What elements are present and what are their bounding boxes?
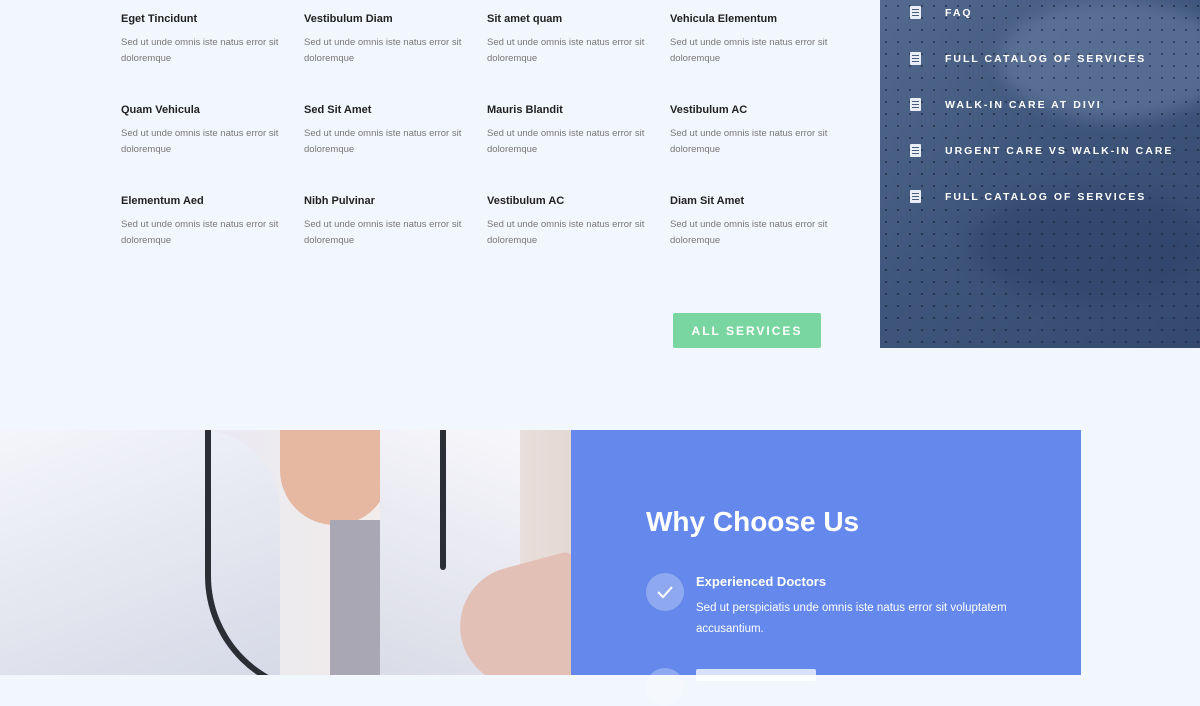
- service-desc: Sed ut unde omnis iste natus error sit d…: [670, 128, 828, 155]
- service-title: Sit amet quam: [487, 13, 563, 25]
- stethoscope-shape: [440, 430, 446, 570]
- service-title: Quam Vehicula: [121, 104, 200, 116]
- service-title: Vestibulum Diam: [304, 13, 393, 25]
- feature-title-cropped: [696, 669, 816, 681]
- service-item: Mauris Blandit Sed ut unde omnis iste na…: [487, 103, 657, 158]
- service-item: Vestibulum Diam Sed ut unde omnis iste n…: [304, 12, 474, 67]
- side-menu-label: FULL CATALOG OF SERVICES: [945, 190, 1147, 203]
- service-desc: Sed ut unde omnis iste natus error sit d…: [121, 37, 279, 64]
- service-desc: Sed ut unde omnis iste natus error sit d…: [304, 37, 462, 64]
- document-icon: [910, 6, 921, 19]
- check-icon-glyph: [657, 586, 673, 599]
- stethoscope-shape: [205, 430, 341, 675]
- side-menu-item-walk-in-care[interactable]: WALK-IN CARE AT DIVI: [910, 98, 1102, 111]
- service-desc: Sed ut unde omnis iste natus error sit d…: [487, 219, 645, 246]
- side-menu-label: WALK-IN CARE AT DIVI: [945, 98, 1102, 111]
- service-item: Nibh Pulvinar Sed ut unde omnis iste nat…: [304, 194, 474, 249]
- service-desc: Sed ut unde omnis iste natus error sit d…: [304, 128, 462, 155]
- service-title: Nibh Pulvinar: [304, 195, 375, 207]
- service-item: Eget Tincidunt Sed ut unde omnis iste na…: [121, 12, 291, 67]
- doctor-photo: [0, 430, 571, 675]
- service-desc: Sed ut unde omnis iste natus error sit d…: [304, 219, 462, 246]
- side-menu-label: URGENT CARE VS WALK-IN CARE: [945, 144, 1174, 157]
- service-title: Eget Tincidunt: [121, 13, 198, 25]
- service-title: Elementum Aed: [121, 195, 204, 207]
- feature-title: Experienced Doctors: [696, 574, 827, 589]
- document-icon: [910, 144, 921, 157]
- service-desc: Sed ut unde omnis iste natus error sit d…: [670, 219, 828, 246]
- side-menu-label: FULL CATALOG OF SERVICES: [945, 52, 1147, 65]
- service-title: Vestibulum AC: [670, 104, 748, 116]
- service-item: Quam Vehicula Sed ut unde omnis iste nat…: [121, 103, 291, 158]
- service-item: Diam Sit Amet Sed ut unde omnis iste nat…: [670, 194, 840, 249]
- why-choose-us-panel: Why Choose Us Experienced Doctors Sed ut…: [571, 430, 1081, 706]
- service-desc: Sed ut unde omnis iste natus error sit d…: [121, 219, 279, 246]
- side-menu-item-full-catalog[interactable]: FULL CATALOG OF SERVICES: [910, 52, 1146, 65]
- check-icon: [646, 668, 684, 706]
- document-icon: [910, 190, 921, 203]
- service-desc: Sed ut unde omnis iste natus error sit d…: [121, 128, 279, 155]
- service-title: Mauris Blandit: [487, 104, 563, 116]
- side-menu-item-faq[interactable]: FAQ: [910, 6, 973, 19]
- service-item: Elementum Aed Sed ut unde omnis iste nat…: [121, 194, 291, 249]
- side-menu-panel: FAQ FULL CATALOG OF SERVICES WALK-IN CAR…: [880, 0, 1200, 348]
- document-icon: [910, 52, 921, 65]
- service-item: Sed Sit Amet Sed ut unde omnis iste natu…: [304, 103, 474, 158]
- feature-desc: Sed ut perspiciatis unde omnis iste natu…: [696, 602, 1007, 635]
- service-title: Diam Sit Amet: [670, 195, 745, 207]
- service-title: Sed Sit Amet: [304, 104, 372, 116]
- service-item: Vehicula Elementum Sed ut unde omnis ist…: [670, 12, 840, 67]
- service-item: Vestibulum AC Sed ut unde omnis iste nat…: [487, 194, 657, 249]
- service-desc: Sed ut unde omnis iste natus error sit d…: [487, 37, 645, 64]
- side-menu-label: FAQ: [945, 6, 973, 19]
- document-icon: [910, 98, 921, 111]
- service-title: Vestibulum AC: [487, 195, 565, 207]
- service-title: Vehicula Elementum: [670, 13, 777, 25]
- service-item: Sit amet quam Sed ut unde omnis iste nat…: [487, 12, 657, 67]
- check-icon: [646, 573, 684, 611]
- all-services-button[interactable]: ALL SERVICES: [673, 313, 821, 348]
- service-desc: Sed ut unde omnis iste natus error sit d…: [487, 128, 645, 155]
- side-menu-item-urgent-care[interactable]: URGENT CARE VS WALK-IN CARE: [910, 144, 1173, 157]
- service-item: Vestibulum AC Sed ut unde omnis iste nat…: [670, 103, 840, 158]
- section-title: Why Choose Us: [646, 506, 860, 537]
- service-desc: Sed ut unde omnis iste natus error sit d…: [670, 37, 828, 64]
- side-menu-item-full-catalog-2[interactable]: FULL CATALOG OF SERVICES: [910, 190, 1146, 203]
